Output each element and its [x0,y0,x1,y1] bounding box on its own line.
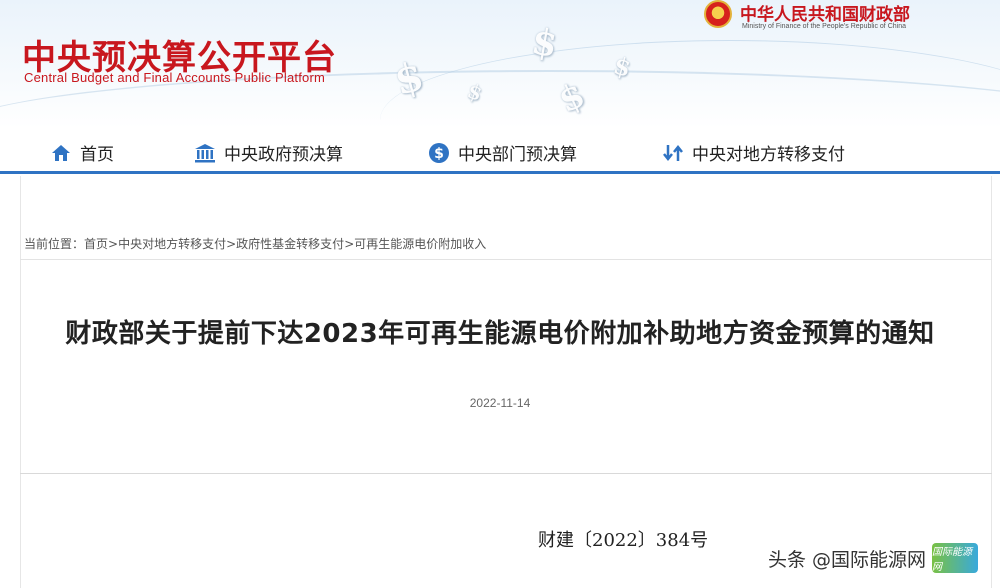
svg-text:$: $ [434,146,444,162]
nav-item-label: 中央部门预决算 [458,145,577,165]
watermark-text: 头条 @国际能源网 [768,548,927,571]
breadcrumb-separator: > [108,237,119,251]
breadcrumb-item-government-fund-transfers[interactable]: 政府性基金转移支付 [236,237,344,251]
breadcrumb-item-home[interactable]: 首页 [84,237,108,251]
publish-date: 2022-11-14 [469,396,531,410]
breadcrumb-prefix: 当前位置： [24,237,85,251]
main-nav: 首页 中央政府预决算 $ 中央部门预决算 中央对地方转移支付 [0,128,1000,174]
national-emblem-icon [704,0,732,28]
dollar-circle-icon: $ [428,142,450,164]
breadcrumb-separator: > [344,237,355,251]
nav-item-central-government-budget[interactable]: 中央政府预决算 [194,140,343,165]
ministry-name-en: Ministry of Finance of the People's Repu… [742,23,906,30]
ministry-logo[interactable]: 中华人民共和国财政部 Ministry of Finance of the Pe… [700,0,1000,40]
nav-item-transfer-payments[interactable]: 中央对地方转移支付 [662,140,845,165]
breadcrumb-item-renewable-energy-surcharge[interactable]: 可再生能源电价附加收入 [354,237,486,251]
breadcrumb-separator: > [226,237,237,251]
breadcrumb: 当前位置：首页>中央对地方转移支付>政府性基金转移支付>可再生能源电价附加收入 [24,235,486,252]
government-building-icon [194,142,216,164]
divider [20,259,992,260]
header-banner: 中央预决算公开平台 Central Budget and Final Accou… [0,0,1000,128]
document-number: 财建〔2022〕384号 [538,530,709,551]
nav-item-label: 中央对地方转移支付 [692,145,845,165]
transfer-arrows-icon [662,142,684,164]
nav-item-central-department-budget[interactable]: $ 中央部门预决算 [428,140,577,165]
nav-item-home[interactable]: 首页 [50,140,114,165]
nav-item-label: 中央政府预决算 [224,145,343,165]
article-title: 财政部关于提前下达2023年可再生能源电价附加补助地方资金预算的通知 [65,319,935,349]
watermark-logo: 国际能源网 [932,543,979,573]
breadcrumb-item-transfer-payments[interactable]: 中央对地方转移支付 [118,237,226,251]
ministry-name: 中华人民共和国财政部 [740,5,910,25]
home-icon [50,142,72,164]
divider [20,473,992,474]
watermark: 头条 @国际能源网 国际能源网 [768,543,979,573]
nav-item-label: 首页 [80,145,114,165]
site-subtitle-en: Central Budget and Final Accounts Public… [24,70,326,85]
